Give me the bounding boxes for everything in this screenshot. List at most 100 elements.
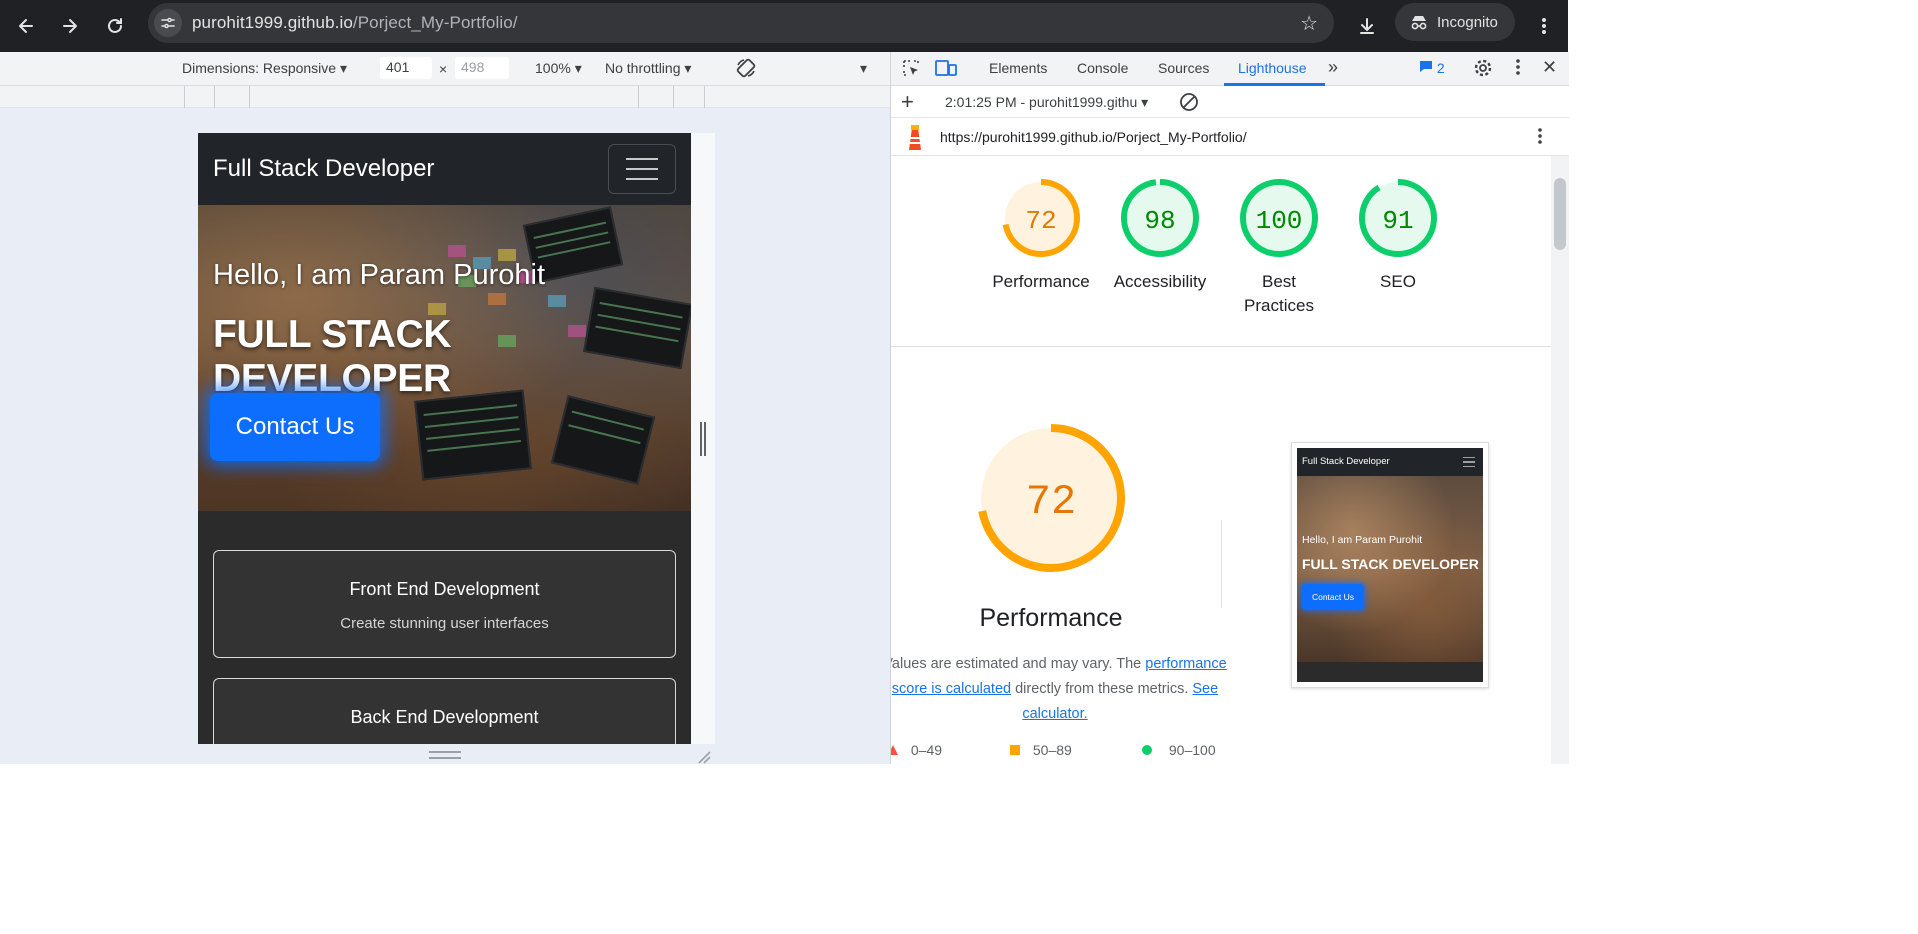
big-performance-gauge: 72 — [977, 424, 1125, 572]
report-selector[interactable]: 2:01:25 PM - purohit1999.githu ▾ — [945, 94, 1148, 111]
browser-menu-button[interactable] — [1526, 8, 1562, 44]
final-screenshot-thumbnail[interactable]: Full Stack Developer Hello, I am Param P… — [1291, 442, 1489, 688]
hamburger-icon — [626, 158, 658, 160]
hero-title: FULL STACK DEVELOPER — [213, 313, 452, 400]
tab-lighthouse[interactable]: Lighthouse — [1238, 60, 1307, 76]
circle-icon — [1142, 745, 1152, 755]
resize-corner-icon[interactable] — [697, 750, 711, 764]
issues-count: 2 — [1436, 60, 1445, 76]
score-gauge-accessibility[interactable]: 98 Accessibility — [1110, 178, 1210, 294]
bookmark-star-icon[interactable]: ☆ — [1300, 11, 1318, 36]
lighthouse-logo-icon — [905, 124, 925, 155]
media-query-ruler — [0, 86, 890, 108]
height-input[interactable]: 498 — [455, 57, 509, 79]
scrollbar-thumb[interactable] — [1554, 178, 1566, 250]
back-button[interactable] — [8, 8, 44, 44]
tab-sources[interactable]: Sources — [1158, 60, 1209, 76]
hero-section: Hello, I am Param Purohit FULL STACK DEV… — [198, 205, 691, 511]
legend-item-pass: 90–100 — [1141, 742, 1216, 758]
zoom-dropdown[interactable]: 100% ▾ — [535, 60, 582, 77]
settings-gear-icon[interactable] — [1473, 58, 1493, 81]
thumb-hamburger-icon — [1463, 457, 1475, 467]
reload-icon — [108, 18, 122, 33]
emulated-viewport: Full Stack Developer Hello, I am Param P… — [198, 133, 691, 744]
resize-handle-bottom[interactable] — [429, 751, 461, 759]
address-bar[interactable]: purohit1999.github.io/Porject_My-Portfol… — [148, 3, 1334, 43]
navbar-toggler-button[interactable] — [608, 144, 676, 194]
gauge-label: Best Practices — [1244, 272, 1314, 315]
more-tabs-icon[interactable]: » — [1328, 57, 1338, 78]
desc-text: directly from these metrics. — [1011, 681, 1193, 697]
throttling-dropdown[interactable]: No throttling ▾ — [605, 60, 691, 77]
new-report-plus-icon[interactable]: + — [901, 89, 914, 115]
devtools-panel: Elements Console Sources Lighthouse » 2 … — [890, 52, 1569, 764]
legend-item-average: 50–89 — [1009, 742, 1072, 758]
report-menu-icon[interactable] — [1537, 127, 1543, 148]
forward-button[interactable] — [52, 8, 88, 44]
downloads-button[interactable] — [1349, 8, 1385, 44]
report-scrollbar[interactable] — [1551, 156, 1569, 764]
report-url[interactable]: https://purohit1999.github.io/Porject_My… — [940, 129, 1247, 145]
service-title: Front End Development — [349, 579, 540, 599]
desc-text: Values are estimated and may vary. The — [891, 656, 1146, 672]
clear-reports-icon[interactable] — [1179, 92, 1199, 115]
tab-elements[interactable]: Elements — [989, 60, 1047, 76]
inspect-element-icon[interactable] — [901, 58, 921, 81]
device-options-caret-icon[interactable]: ▾ — [860, 60, 867, 77]
issues-button[interactable]: 2 — [1419, 60, 1445, 76]
gauge-label: Accessibility — [1113, 272, 1207, 291]
more-vert-icon — [1542, 18, 1546, 34]
big-performance-label: Performance — [979, 604, 1123, 632]
vertical-divider — [1221, 520, 1222, 608]
caret-down-icon: ▾ — [574, 60, 582, 76]
incognito-icon — [1411, 16, 1427, 30]
legend-range: 90–100 — [1168, 742, 1216, 758]
gauge-value: 100 — [1256, 206, 1303, 236]
contact-us-button[interactable]: Contact Us — [210, 393, 380, 461]
report-selector-label: 2:01:25 PM - purohit1999.githu — [945, 94, 1138, 110]
gauge-value: 72 — [1025, 206, 1056, 236]
arrow-left-icon — [19, 19, 33, 33]
legend-range: 50–89 — [1032, 742, 1072, 758]
resize-handle-right[interactable] — [700, 422, 706, 456]
section-divider — [891, 346, 1551, 347]
square-icon — [1010, 745, 1020, 755]
reload-button[interactable] — [97, 8, 133, 44]
gauge-ring: 98 — [1121, 179, 1199, 257]
incognito-badge[interactable]: Incognito — [1395, 3, 1515, 41]
thumb-cta: Contact Us — [1302, 584, 1364, 610]
gauge-ring: 72 — [1002, 179, 1080, 257]
gauge-value: 91 — [1382, 206, 1413, 236]
download-icon — [1360, 18, 1374, 34]
incognito-label: Incognito — [1437, 13, 1498, 31]
caret-down-icon: ▾ — [684, 60, 692, 76]
performance-description: Values are estimated and may vary. The p… — [891, 652, 1227, 727]
device-toggle-icon[interactable] — [935, 58, 957, 81]
score-gauge-performance[interactable]: 72 Performance — [991, 178, 1091, 294]
devtools-menu-icon[interactable] — [1515, 58, 1521, 79]
thumb-title: FULL STACK DEVELOPER — [1302, 556, 1479, 572]
service-card: Back End Development — [213, 678, 676, 744]
tab-console[interactable]: Console — [1077, 60, 1128, 76]
dimensions-dropdown[interactable]: Dimensions: Responsive ▾ — [182, 60, 347, 77]
report-url-bar: https://purohit1999.github.io/Porject_My… — [891, 118, 1569, 156]
url-text[interactable]: purohit1999.github.io/Porject_My-Portfol… — [192, 13, 518, 33]
service-card: Front End Development Create stunning us… — [213, 550, 676, 658]
site-brand[interactable]: Full Stack Developer — [213, 155, 434, 183]
site-settings-icon[interactable] — [154, 9, 182, 37]
gauge-ring: 100 — [1240, 179, 1318, 257]
gauge-value: 98 — [1144, 206, 1175, 236]
url-host: purohit1999.github.io — [192, 13, 353, 32]
width-input[interactable]: 401 — [380, 57, 432, 79]
thumb-brand: Full Stack Developer — [1302, 456, 1390, 467]
caret-down-icon: ▾ — [1141, 94, 1149, 110]
thumb-hello: Hello, I am Param Purohit — [1302, 534, 1423, 546]
gauge-ring: 91 — [1359, 179, 1437, 257]
rotate-icon[interactable] — [735, 57, 757, 82]
score-gauge-seo[interactable]: 91 SEO — [1348, 178, 1448, 294]
arrow-right-icon — [63, 19, 77, 33]
hero-greeting: Hello, I am Param Purohit — [213, 259, 546, 291]
times-icon: × — [439, 61, 448, 77]
close-icon[interactable]: ✕ — [1542, 57, 1557, 78]
score-gauge-best-practices[interactable]: 100 Best Practices — [1229, 178, 1329, 318]
